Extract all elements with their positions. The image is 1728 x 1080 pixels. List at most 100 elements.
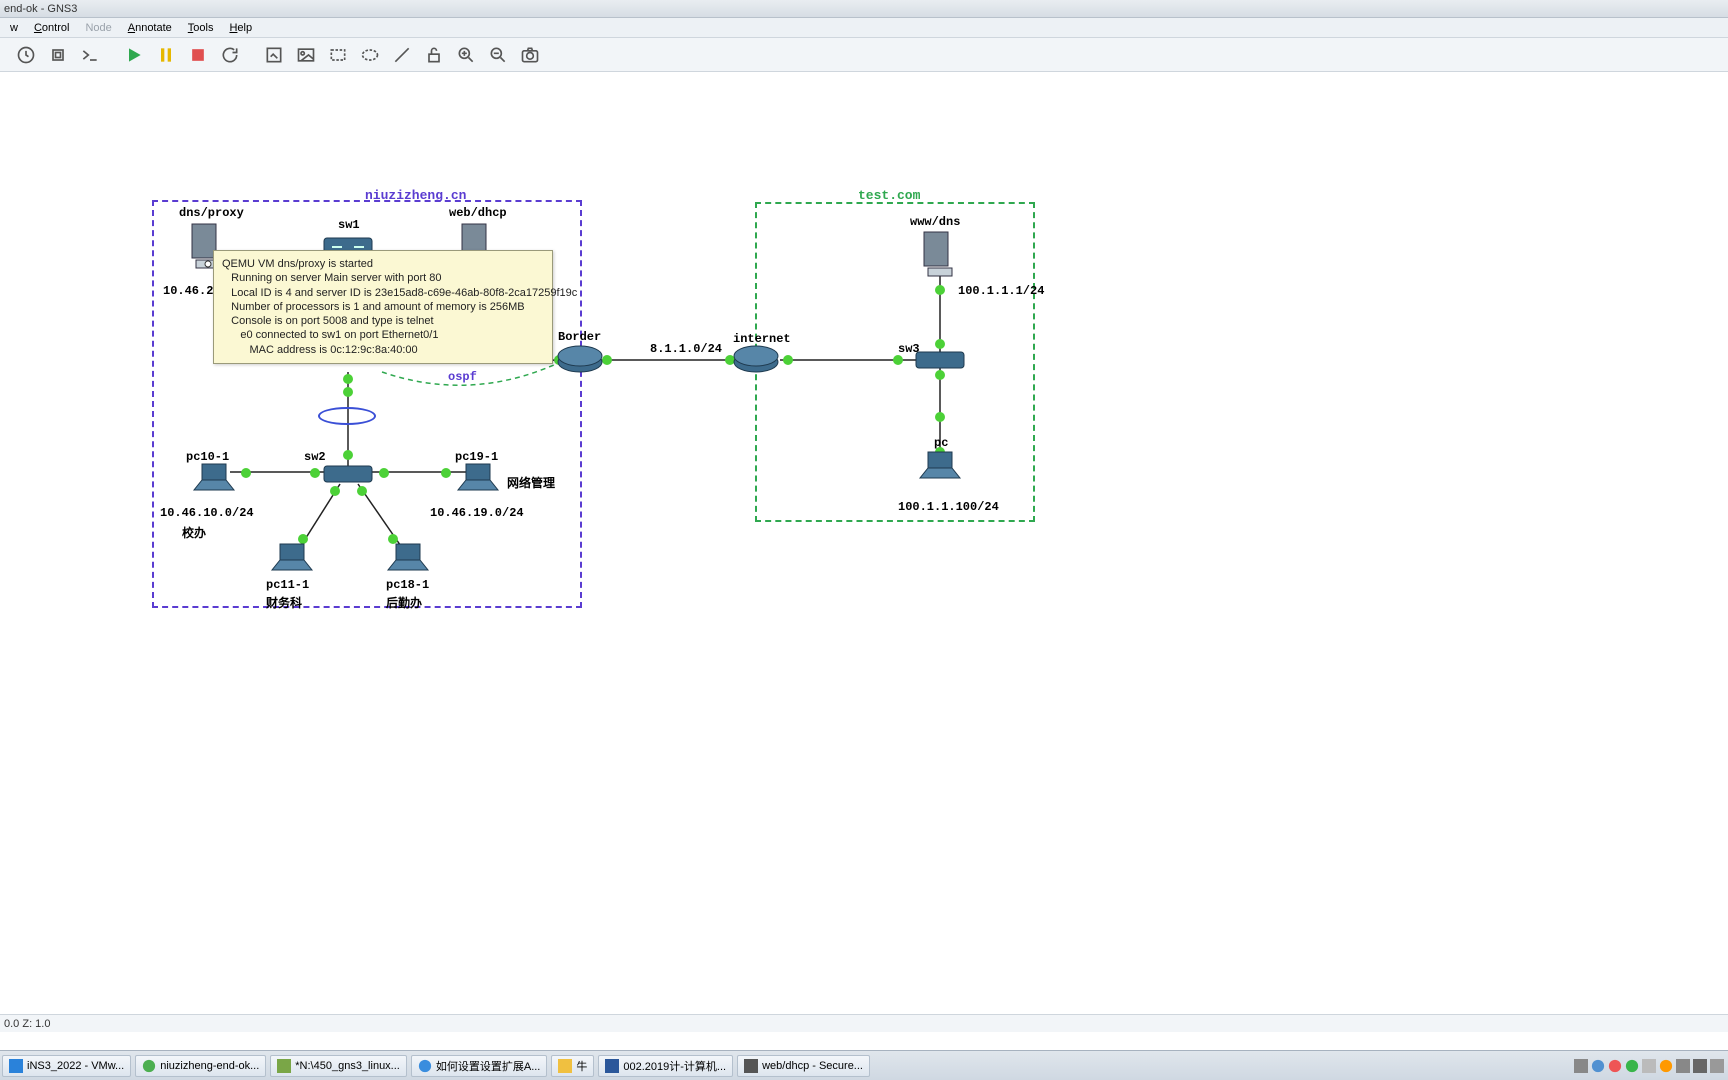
link-dot (441, 468, 451, 478)
ospf-label: ospf (448, 370, 477, 384)
link-dot (310, 468, 320, 478)
border-label: Border (558, 330, 601, 344)
taskbar-item-label: 牛 (576, 1058, 587, 1074)
pc19-ip: 10.46.19.0/24 (430, 506, 524, 520)
taskbar-item[interactable]: niuzizheng-end-ok... (135, 1055, 266, 1077)
link-8-label: 8.1.1.0/24 (650, 342, 722, 356)
web-dhcp-label: web/dhcp (449, 206, 507, 220)
link-dot (343, 387, 353, 397)
cpu-icon[interactable] (44, 41, 72, 69)
system-tray[interactable] (1574, 1059, 1728, 1073)
taskbar-item-label: *N:\450_gns3_linux... (295, 1060, 400, 1072)
pc19-note: 网络管理 (507, 474, 555, 491)
menu-control[interactable]: Control (26, 20, 77, 36)
tooltip-line: Number of processors is 1 and amount of … (222, 300, 544, 314)
edit-icon[interactable] (260, 41, 288, 69)
dns-proxy-label: dns/proxy (179, 206, 244, 220)
console-icon[interactable] (76, 41, 104, 69)
taskbar-item[interactable]: *N:\450_gns3_linux... (270, 1055, 407, 1077)
node-tooltip: QEMU VM dns/proxy is started Running on … (213, 250, 553, 364)
sw2-icon[interactable] (322, 460, 374, 488)
tray-icon[interactable] (1693, 1059, 1707, 1073)
tray-icon[interactable] (1574, 1059, 1588, 1073)
menubar[interactable]: w Control Node Annotate Tools Help (0, 18, 1728, 38)
pc11-note: 财务科 (266, 594, 302, 611)
tooltip-line: MAC address is 0c:12:9c:8a:40:00 (222, 343, 544, 357)
pause-icon[interactable] (152, 41, 180, 69)
taskbar-item-label: iNS3_2022 - VMw... (27, 1060, 124, 1072)
zone-right-label: test.com (858, 188, 920, 203)
menu-annotate[interactable]: Annotate (120, 20, 180, 36)
tray-icon[interactable] (1591, 1059, 1605, 1073)
tooltip-line: Console is on port 5008 and type is teln… (222, 314, 544, 328)
www-dns-icon[interactable] (922, 230, 958, 278)
www-dns-ip: 100.1.1.1/24 (958, 284, 1044, 298)
link-dot (783, 355, 793, 365)
menu-help[interactable]: Help (221, 20, 260, 36)
window-title: end-ok - GNS3 (4, 3, 77, 15)
topology-canvas[interactable]: niuzizheng.cn test.com (0, 72, 1728, 1032)
window-titlebar: end-ok - GNS3 (0, 0, 1728, 18)
status-text: 0.0 Z: 1.0 (4, 1018, 50, 1030)
taskbar-item-label: 002.2019计-计算机... (623, 1058, 726, 1074)
pc-r-ip: 100.1.1.100/24 (898, 500, 999, 514)
pc11-icon[interactable] (270, 542, 314, 572)
taskbar[interactable]: iNS3_2022 - VMw... niuzizheng-end-ok... … (0, 1050, 1728, 1080)
tray-icon[interactable] (1659, 1059, 1673, 1073)
pc18-label: pc18-1 (386, 578, 429, 592)
tray-icon[interactable] (1625, 1059, 1639, 1073)
zoom-in-icon[interactable] (452, 41, 480, 69)
border-icon[interactable] (556, 344, 604, 376)
lock-icon[interactable] (420, 41, 448, 69)
line-icon[interactable] (388, 41, 416, 69)
sw3-icon[interactable] (914, 346, 966, 374)
taskbar-item-label: 如何设置设置扩展A... (436, 1058, 541, 1074)
dns-proxy-ip: 10.46.25 (163, 284, 221, 298)
taskbar-item-label: web/dhcp - Secure... (762, 1060, 863, 1072)
image-icon[interactable] (292, 41, 320, 69)
link-dot (241, 468, 251, 478)
reload-icon[interactable] (216, 41, 244, 69)
ellipse-icon[interactable] (356, 41, 384, 69)
tooltip-line: Local ID is 4 and server ID is 23e15ad8-… (222, 286, 544, 300)
statusbar: 0.0 Z: 1.0 (0, 1014, 1728, 1032)
tray-icon[interactable] (1608, 1059, 1622, 1073)
pc10-ip: 10.46.10.0/24 (160, 506, 254, 520)
toolbar (0, 38, 1728, 72)
tray-icon[interactable] (1642, 1059, 1656, 1073)
pc19-icon[interactable] (456, 462, 500, 492)
link-dot (379, 468, 389, 478)
taskbar-item-label: niuzizheng-end-ok... (160, 1060, 259, 1072)
pc-r-label: pc (934, 436, 948, 450)
link-dot (935, 285, 945, 295)
tooltip-line: e0 connected to sw1 on port Ethernet0/1 (222, 328, 544, 342)
tray-icon[interactable] (1676, 1059, 1690, 1073)
play-icon[interactable] (120, 41, 148, 69)
menu-w[interactable]: w (2, 20, 26, 36)
pc-r-icon[interactable] (918, 450, 962, 480)
pc11-label: pc11-1 (266, 578, 309, 592)
taskbar-item[interactable]: iNS3_2022 - VMw... (2, 1055, 131, 1077)
tray-icon[interactable] (1710, 1059, 1724, 1073)
taskbar-item[interactable]: 如何设置设置扩展A... (411, 1055, 548, 1077)
taskbar-item[interactable]: 002.2019计-计算机... (598, 1055, 733, 1077)
camera-icon[interactable] (516, 41, 544, 69)
stop-icon[interactable] (184, 41, 212, 69)
taskbar-item[interactable]: 牛 (551, 1055, 594, 1077)
pc18-note: 后勤办 (386, 594, 422, 611)
rect-icon[interactable] (324, 41, 352, 69)
sw1-label: sw1 (338, 218, 360, 232)
link-dot (343, 450, 353, 460)
link-dot (343, 374, 353, 384)
pc18-icon[interactable] (386, 542, 430, 572)
pc10-icon[interactable] (192, 462, 236, 492)
menu-tools[interactable]: Tools (180, 20, 222, 36)
menu-node: Node (77, 20, 119, 36)
zoom-out-icon[interactable] (484, 41, 512, 69)
clock-icon[interactable] (12, 41, 40, 69)
internet-icon[interactable] (732, 344, 780, 376)
taskbar-item[interactable]: web/dhcp - Secure... (737, 1055, 870, 1077)
link-dot (893, 355, 903, 365)
tooltip-line: QEMU VM dns/proxy is started (222, 257, 544, 271)
www-dns-label: www/dns (910, 215, 960, 229)
